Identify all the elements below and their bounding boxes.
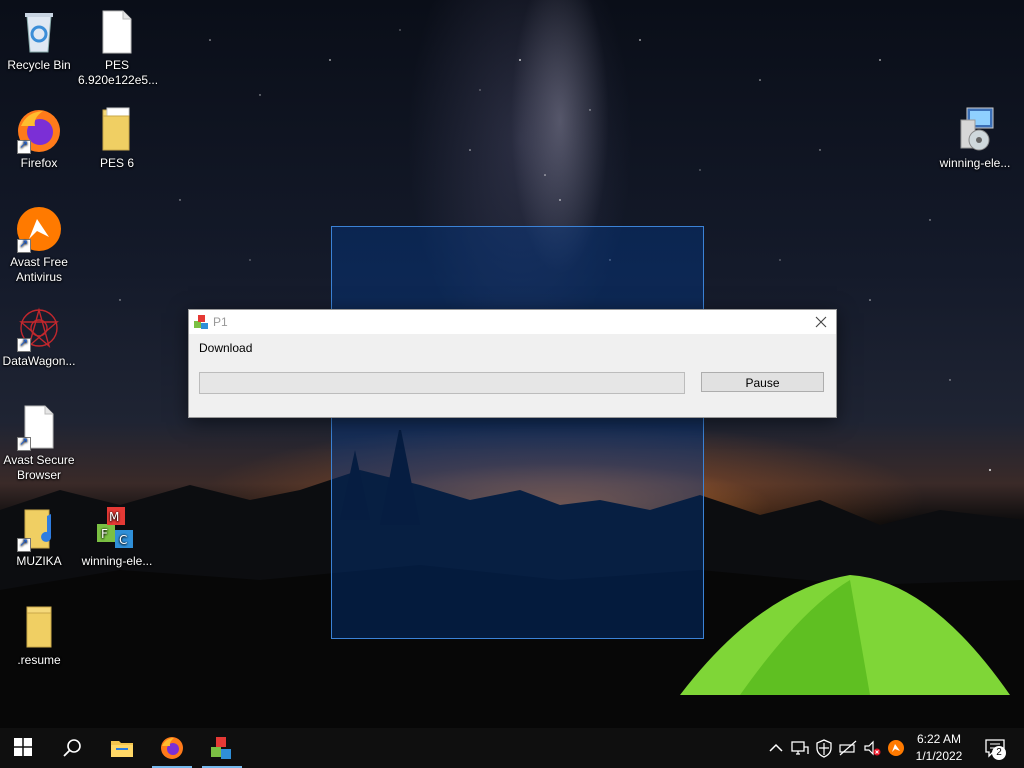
- datawagon-icon: [15, 304, 63, 352]
- search-button[interactable]: [48, 728, 96, 768]
- start-icon: [14, 738, 32, 756]
- desktop-icon-winning-eleven-installer[interactable]: winning-ele...: [936, 106, 1014, 171]
- shortcut-arrow-icon: [17, 536, 31, 552]
- dialog-titlebar[interactable]: P1: [189, 310, 836, 334]
- notification-count-badge: 2: [992, 746, 1006, 760]
- music-folder-icon: [15, 504, 63, 552]
- network-icon[interactable]: [790, 738, 810, 758]
- chevron-up-icon[interactable]: [766, 738, 786, 758]
- firefox-icon: [161, 737, 183, 759]
- desktop-icon-recycle-bin[interactable]: Recycle Bin: [0, 8, 78, 73]
- clock-date: 1/1/2022: [915, 749, 963, 763]
- shortcut-arrow-icon: [17, 435, 31, 451]
- shortcut-arrow-icon: [17, 138, 31, 154]
- desktop-icon-winning-eleven-blocks[interactable]: FCM winning-ele...: [78, 504, 156, 569]
- svg-text:C: C: [119, 533, 127, 547]
- search-icon: [63, 739, 81, 757]
- notification-center-button[interactable]: 2: [980, 734, 1010, 762]
- folder-icon: [15, 603, 63, 651]
- taskbar-firefox[interactable]: [148, 728, 196, 768]
- file-explorer-icon: [111, 741, 133, 757]
- file-icon: [15, 403, 63, 451]
- taskbar: 6:22 AM 1/1/2022 2: [0, 728, 1024, 768]
- desktop-icon-firefox[interactable]: Firefox: [0, 106, 78, 171]
- taskbar-winning-eleven[interactable]: [198, 728, 246, 768]
- mfc-blocks-icon: [194, 315, 208, 329]
- volume-muted-icon[interactable]: [862, 738, 882, 758]
- folder-icon: [93, 106, 141, 154]
- desktop-icon-pes6-folder[interactable]: PES 6: [78, 106, 156, 171]
- download-progress-bar: [199, 372, 685, 394]
- recycle-bin-icon: [15, 8, 63, 56]
- mfc-blocks-icon: [211, 737, 231, 759]
- security-shield-icon[interactable]: [814, 738, 834, 758]
- desktop-icon-avast-secure-browser[interactable]: Avast Secure Browser: [0, 403, 78, 483]
- file-icon: [93, 8, 141, 56]
- download-dialog: P1 Download Pause: [188, 309, 837, 418]
- firefox-icon: [15, 106, 63, 154]
- battery-icon[interactable]: [838, 738, 858, 758]
- clock-time: 6:22 AM: [916, 732, 962, 746]
- shortcut-arrow-icon: [17, 336, 31, 352]
- shortcut-arrow-icon: [17, 237, 31, 253]
- system-clock[interactable]: 6:22 AM 1/1/2022: [908, 731, 970, 765]
- avast-icon[interactable]: [886, 738, 906, 758]
- dialog-title: P1: [213, 315, 228, 329]
- desktop-icon-datawagon[interactable]: DataWagon...: [0, 304, 78, 369]
- desktop-icon-resume-folder[interactable]: .resume: [0, 603, 78, 668]
- svg-text:F: F: [101, 527, 108, 541]
- taskbar-file-explorer[interactable]: [98, 728, 146, 768]
- avast-icon: [15, 205, 63, 253]
- close-button[interactable]: [806, 310, 836, 334]
- mfc-blocks-icon: FCM: [93, 504, 141, 552]
- desktop-icon-pes-file[interactable]: PES 6.920e122e5...: [78, 8, 158, 88]
- download-label: Download: [199, 341, 253, 355]
- desktop-icon-muzika[interactable]: MUZIKA: [0, 504, 78, 569]
- desktop-icon-avast-antivirus[interactable]: Avast Free Antivirus: [0, 205, 78, 285]
- pause-button[interactable]: Pause: [701, 372, 824, 392]
- close-icon: [815, 316, 827, 328]
- svg-text:M: M: [109, 510, 119, 524]
- desktop-selection-rectangle: [331, 226, 704, 639]
- start-button[interactable]: [0, 728, 48, 768]
- installer-icon: [951, 106, 999, 154]
